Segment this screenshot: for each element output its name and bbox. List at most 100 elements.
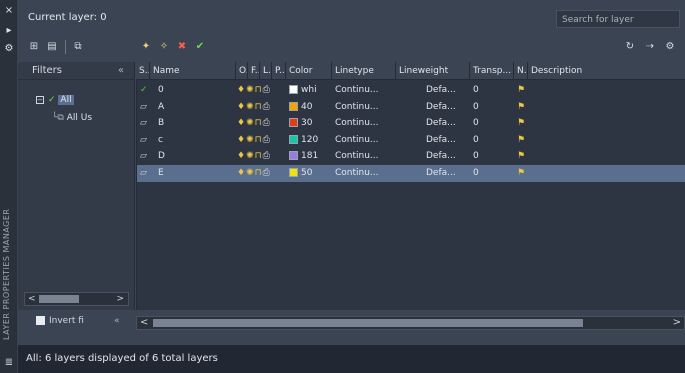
collapse-filters-button[interactable]: «	[118, 62, 124, 80]
layer-status-icon[interactable]: ▱	[140, 165, 152, 182]
layer-color[interactable]: 30	[289, 115, 333, 132]
layer-state-icons[interactable]: ♦✺⊓⎙	[237, 82, 285, 99]
on-off-bulb-icon[interactable]: ♦	[237, 85, 246, 95]
new-vp-freeze-icon[interactable]: ⚑	[517, 132, 529, 149]
layer-status-icon[interactable]: ▱	[140, 115, 152, 132]
on-off-bulb-icon[interactable]: ♦	[237, 135, 246, 145]
set-current-icon[interactable]: ✔	[192, 39, 208, 55]
invert-filter-row[interactable]: Invert fi «	[18, 312, 135, 330]
delete-layer-icon[interactable]: ✖	[174, 39, 190, 55]
column-header-description[interactable]: Description	[528, 62, 685, 80]
close-icon[interactable]: ×	[2, 4, 16, 18]
search-input[interactable]: Search for layer	[556, 10, 680, 28]
layer-state-icons[interactable]: ♦✺⊓⎙	[237, 148, 285, 165]
freeze-sun-icon[interactable]: ✺	[246, 135, 255, 145]
layer-linetype[interactable]: Continu...	[335, 132, 395, 149]
filters-horizontal-scrollbar[interactable]: < >	[24, 292, 129, 306]
new-property-filter-icon[interactable]: ⊞	[26, 39, 42, 55]
plot-printer-icon[interactable]: ⎙	[263, 151, 271, 161]
layer-transparency[interactable]: 0	[473, 132, 513, 149]
lock-icon[interactable]: ⊓	[255, 168, 263, 178]
new-vp-freeze-icon[interactable]: ⚑	[517, 82, 529, 99]
layer-transparency[interactable]: 0	[473, 148, 513, 165]
current-layer-check-icon[interactable]: ✓	[140, 82, 152, 99]
layer-transparency[interactable]: 0	[473, 115, 513, 132]
layer-color[interactable]: 120	[289, 132, 333, 149]
layer-linetype[interactable]: Continu...	[335, 115, 395, 132]
scroll-right-icon[interactable]: >	[673, 317, 681, 329]
new-vp-freeze-icon[interactable]: ⚑	[517, 148, 529, 165]
new-group-filter-icon[interactable]: ▤	[44, 39, 60, 55]
layer-state-icons[interactable]: ♦✺⊓⎙	[237, 165, 285, 182]
layer-status-icon[interactable]: ▱	[140, 132, 152, 149]
column-header-on[interactable]: O..	[236, 62, 248, 80]
layer-transparency[interactable]: 0	[473, 82, 513, 99]
gear-icon[interactable]: ⚙	[662, 39, 678, 55]
column-header-name[interactable]: Name	[150, 62, 236, 80]
on-off-bulb-icon[interactable]: ♦	[237, 118, 246, 128]
column-header-status[interactable]: S..	[136, 62, 150, 80]
lock-icon[interactable]: ⊓	[255, 85, 263, 95]
layer-color[interactable]: whi	[289, 82, 333, 99]
on-off-bulb-icon[interactable]: ♦	[237, 151, 246, 161]
on-off-bulb-icon[interactable]: ♦	[237, 102, 246, 112]
table-row[interactable]: ▱ B ♦✺⊓⎙ 30 Continu... Defa... 0 ⚑	[136, 115, 685, 132]
freeze-sun-icon[interactable]: ✺	[246, 168, 255, 178]
layer-description[interactable]	[531, 115, 681, 132]
layer-lineweight[interactable]: Defa...	[426, 99, 468, 116]
layer-lineweight[interactable]: Defa...	[426, 82, 468, 99]
layer-name[interactable]: 0	[158, 82, 232, 99]
expand-collapse-icon[interactable]: −	[36, 95, 44, 104]
layer-lineweight[interactable]: Defa...	[426, 148, 468, 165]
layer-color[interactable]: 181	[289, 148, 333, 165]
column-header-freeze[interactable]: F..	[248, 62, 260, 80]
table-row[interactable]: ✓ 0 ♦✺⊓⎙ whi Continu... Defa... 0 ⚑	[136, 82, 685, 99]
layer-status-icon[interactable]: ▱	[140, 148, 152, 165]
layer-status-icon[interactable]: ▱	[140, 99, 152, 116]
column-header-linetype[interactable]: Linetype	[332, 62, 396, 80]
plot-printer-icon[interactable]: ⎙	[263, 85, 271, 95]
on-off-bulb-icon[interactable]: ♦	[237, 168, 246, 178]
plot-printer-icon[interactable]: ⎙	[263, 118, 271, 128]
table-row[interactable]: ▱ D ♦✺⊓⎙ 181 Continu... Defa... 0 ⚑	[136, 148, 685, 165]
tree-item-all-used[interactable]: └⧉ All Us	[52, 110, 92, 126]
collapse-filters-toggle[interactable]: «	[114, 312, 120, 330]
refresh-icon[interactable]: ↻	[622, 39, 638, 55]
layer-linetype[interactable]: Continu...	[335, 82, 395, 99]
plot-printer-icon[interactable]: ⎙	[263, 168, 271, 178]
layer-lineweight[interactable]: Defa...	[426, 115, 468, 132]
layer-color[interactable]: 40	[289, 99, 333, 116]
column-header-lineweight[interactable]: Lineweight	[396, 62, 470, 80]
layer-name[interactable]: c	[158, 132, 232, 149]
scroll-left-icon[interactable]: <	[28, 293, 36, 305]
layer-states-manager-icon[interactable]: ⧉	[70, 39, 86, 55]
layer-state-icons[interactable]: ♦✺⊓⎙	[237, 115, 285, 132]
layer-description[interactable]	[531, 132, 681, 149]
layer-transparency[interactable]: 0	[473, 165, 513, 182]
autohide-icon[interactable]: ▸	[2, 24, 16, 38]
scroll-right-icon[interactable]: >	[116, 293, 124, 305]
layer-description[interactable]	[531, 99, 681, 116]
layer-color[interactable]: 50	[289, 165, 333, 182]
lock-icon[interactable]: ⊓	[255, 102, 263, 112]
grid-horizontal-scrollbar[interactable]: < >	[136, 316, 685, 330]
lock-icon[interactable]: ⊓	[255, 135, 263, 145]
layer-name[interactable]: E	[158, 165, 232, 182]
freeze-sun-icon[interactable]: ✺	[246, 118, 255, 128]
column-header-transparency[interactable]: Transp...	[470, 62, 514, 80]
scroll-left-icon[interactable]: <	[140, 317, 148, 329]
new-layer-vp-frozen-icon[interactable]: ✧	[156, 39, 172, 55]
lock-icon[interactable]: ⊓	[255, 151, 263, 161]
table-row[interactable]: ▱ A ♦✺⊓⎙ 40 Continu... Defa... 0 ⚑	[136, 99, 685, 116]
layer-transparency[interactable]: 0	[473, 99, 513, 116]
freeze-sun-icon[interactable]: ✺	[246, 102, 255, 112]
layer-name[interactable]: B	[158, 115, 232, 132]
layer-linetype[interactable]: Continu...	[335, 165, 395, 182]
layer-description[interactable]	[531, 165, 681, 182]
layer-linetype[interactable]: Continu...	[335, 99, 395, 116]
layer-name[interactable]: A	[158, 99, 232, 116]
plot-printer-icon[interactable]: ⎙	[263, 135, 271, 145]
invert-filter-checkbox[interactable]	[36, 316, 45, 325]
layer-state-icons[interactable]: ♦✺⊓⎙	[237, 132, 285, 149]
freeze-sun-icon[interactable]: ✺	[246, 85, 255, 95]
